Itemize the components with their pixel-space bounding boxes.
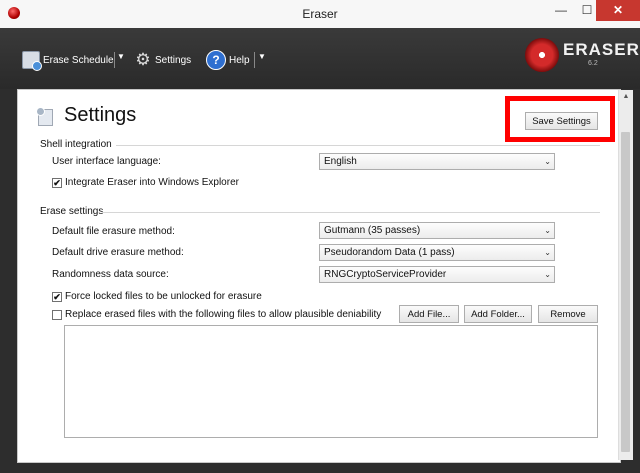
erase-schedule-dropdown-icon[interactable]: ▼ [117,52,125,61]
random-source-label: Randomness data source: [52,269,169,280]
random-source-value: RNGCryptoServiceProvider [324,269,447,280]
title-bar: Eraser — ☐ ✕ [0,0,640,29]
random-source-select[interactable]: RNGCryptoServiceProvider ⌄ [319,266,555,283]
gear-icon: ⚙ [135,50,151,69]
integrate-checkbox[interactable]: ✔ [52,178,62,188]
add-file-button[interactable]: Add File... [399,305,459,323]
minimize-button[interactable]: — [548,0,574,21]
schedule-icon [22,51,42,71]
eraser-logo-icon [525,38,559,72]
shell-integration-header: Shell integration [40,139,112,150]
page-title: Settings [64,104,137,126]
toolbar-separator [254,52,255,68]
language-select[interactable]: English ⌄ [319,153,555,170]
remove-button[interactable]: Remove [538,305,598,323]
scroll-up-icon[interactable]: ▲ [619,90,633,104]
help-button[interactable]: ? Help [206,50,250,70]
force-unlock-label: Force locked files to be unlocked for er… [65,291,262,302]
settings-label: Settings [155,54,192,66]
erase-settings-header: Erase settings [40,206,104,217]
drive-method-label: Default drive erasure method: [52,247,184,258]
add-folder-button[interactable]: Add Folder... [464,305,532,323]
help-dropdown-icon[interactable]: ▼ [258,52,266,61]
logo-name: ERASER [563,40,640,59]
force-unlock-checkbox[interactable]: ✔ [52,292,62,302]
vertical-scrollbar[interactable]: ▲ [618,90,633,460]
integrate-label: Integrate Eraser into Windows Explorer [65,177,239,188]
help-icon: ? [206,50,226,70]
chevron-down-icon: ⌄ [544,157,551,166]
help-label: Help [229,54,250,66]
replace-files-label: Replace erased files with the following … [65,309,382,320]
drive-method-select[interactable]: Pseudorandom Data (1 pass) ⌄ [319,244,555,261]
window-title: Eraser [302,7,338,21]
file-method-value: Gutmann (35 passes) [324,225,421,236]
replace-files-checkbox[interactable] [52,310,62,320]
section-divider [102,212,600,213]
erase-schedule-button[interactable]: Erase Schedule [22,50,114,71]
scroll-thumb[interactable] [621,132,630,452]
language-value: English [324,156,357,167]
language-label: User interface language: [52,156,161,167]
file-method-label: Default file erasure method: [52,226,175,237]
chevron-down-icon: ⌄ [544,248,551,257]
drive-method-value: Pseudorandom Data (1 pass) [324,247,455,258]
chevron-down-icon: ⌄ [544,226,551,235]
plausible-deniability-file-list[interactable] [64,325,598,438]
highlight-box [505,96,615,142]
chevron-down-icon: ⌄ [544,270,551,279]
settings-page-icon [36,107,56,126]
close-button[interactable]: ✕ [596,0,640,21]
file-method-select[interactable]: Gutmann (35 passes) ⌄ [319,222,555,239]
settings-button[interactable]: ⚙ Settings [134,50,191,70]
section-divider [116,145,600,146]
erase-schedule-label: Erase Schedule [43,54,114,66]
toolbar-separator [114,52,115,68]
logo-version: 6.2 [588,60,598,67]
